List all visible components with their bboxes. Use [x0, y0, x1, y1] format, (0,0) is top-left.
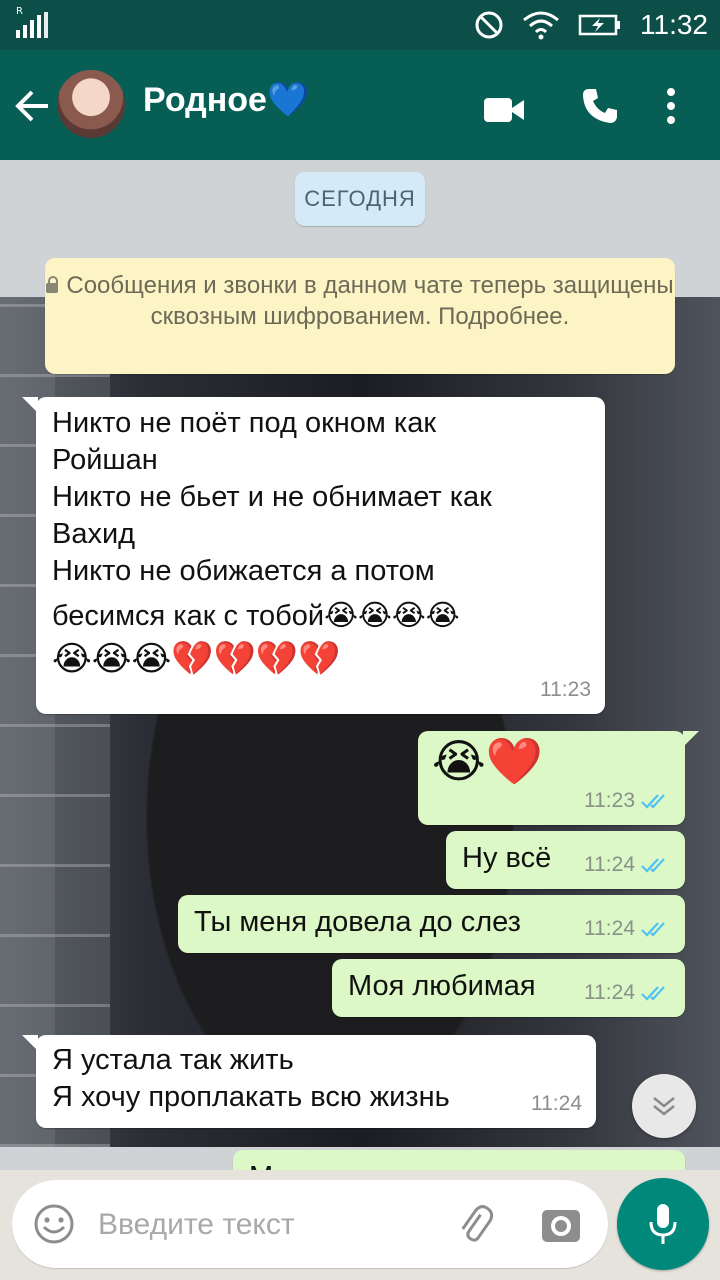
message-text: Моя любимая	[348, 970, 536, 1002]
attach-icon[interactable]	[452, 1202, 496, 1246]
message-line: бесимся как с тобой😭😭😭😭	[52, 600, 460, 632]
message-text: Ну всё	[462, 842, 552, 874]
back-arrow-icon[interactable]	[12, 86, 52, 126]
message-time: 11:23	[540, 678, 591, 701]
message-bubble-outgoing[interactable]: Моя родная девочка	[233, 1150, 685, 1170]
message-input-container	[12, 1180, 608, 1268]
message-bubble-outgoing[interactable]: Ты меня довела до слез 11:24	[178, 895, 685, 953]
message-bubble-outgoing[interactable]: 😭❤️ 11:23	[418, 731, 699, 825]
mic-icon	[649, 1204, 677, 1244]
wifi-icon	[523, 11, 559, 40]
message-line: 😭😭😭💔💔💔💔	[52, 639, 341, 679]
more-vert-icon[interactable]	[664, 84, 678, 128]
chat-header: Родное💙	[0, 50, 720, 160]
message-line: Вахид	[52, 518, 136, 550]
voice-record-button[interactable]	[617, 1178, 709, 1270]
message-time: 11:24	[531, 1092, 582, 1115]
message-line: Я хочу проплакать всю жизнь	[52, 1081, 450, 1113]
message-time: 11:23	[584, 789, 635, 812]
message-time: 11:24	[584, 853, 635, 876]
contact-avatar[interactable]	[57, 70, 125, 138]
message-time: 11:24	[584, 981, 635, 1004]
dnd-icon	[475, 11, 503, 39]
message-bubble-incoming[interactable]: Я устала так жить Я хочу проплакать всю …	[22, 1035, 596, 1128]
signal-icon	[16, 12, 48, 38]
contact-name[interactable]: Родное💙	[143, 80, 309, 120]
encryption-notice[interactable]: Сообщения и звонки в данном чате теперь …	[45, 258, 675, 374]
camera-icon[interactable]	[540, 1204, 582, 1244]
message-bubble-outgoing[interactable]: Ну всё 11:24	[446, 831, 685, 889]
read-checks-icon	[641, 921, 665, 937]
message-time: 11:24	[584, 917, 635, 940]
status-bar: R 11:32	[0, 0, 720, 50]
message-line: Никто не обижается а потом	[52, 555, 435, 587]
message-line: Никто не поёт под окном как	[52, 407, 437, 439]
read-checks-icon	[641, 857, 665, 873]
date-separator: СЕГОДНЯ	[295, 172, 425, 226]
video-call-icon[interactable]	[482, 88, 526, 132]
lock-icon	[46, 276, 59, 293]
phone-icon[interactable]	[580, 84, 620, 128]
chat-area[interactable]: СЕГОДНЯ Сообщения и звонки в данном чате…	[0, 160, 720, 1170]
message-input[interactable]	[96, 1200, 430, 1250]
message-line: Я устала так жить	[52, 1044, 294, 1076]
battery-charging-icon	[578, 14, 620, 36]
message-line: Никто не бьет и не обнимает как	[52, 481, 492, 513]
scroll-down-icon	[653, 1097, 675, 1116]
status-time: 11:32	[640, 9, 708, 40]
message-text: Ты меня довела до слез	[194, 906, 521, 938]
message-text: Моя родная девочка	[249, 1161, 526, 1170]
message-text: 😭❤️	[432, 734, 544, 788]
message-bubble-incoming[interactable]: Никто не поёт под окном как Ройшан Никто…	[22, 397, 605, 714]
read-checks-icon	[641, 793, 665, 809]
compose-bar	[0, 1170, 720, 1280]
read-checks-icon	[641, 985, 665, 1001]
encryption-notice-text: Сообщения и звонки в данном чате теперь …	[66, 272, 674, 330]
message-line: Ройшан	[52, 444, 158, 476]
emoji-icon[interactable]	[32, 1202, 76, 1246]
scroll-to-bottom-button[interactable]	[632, 1074, 696, 1138]
message-bubble-outgoing[interactable]: Моя любимая 11:24	[332, 959, 685, 1017]
